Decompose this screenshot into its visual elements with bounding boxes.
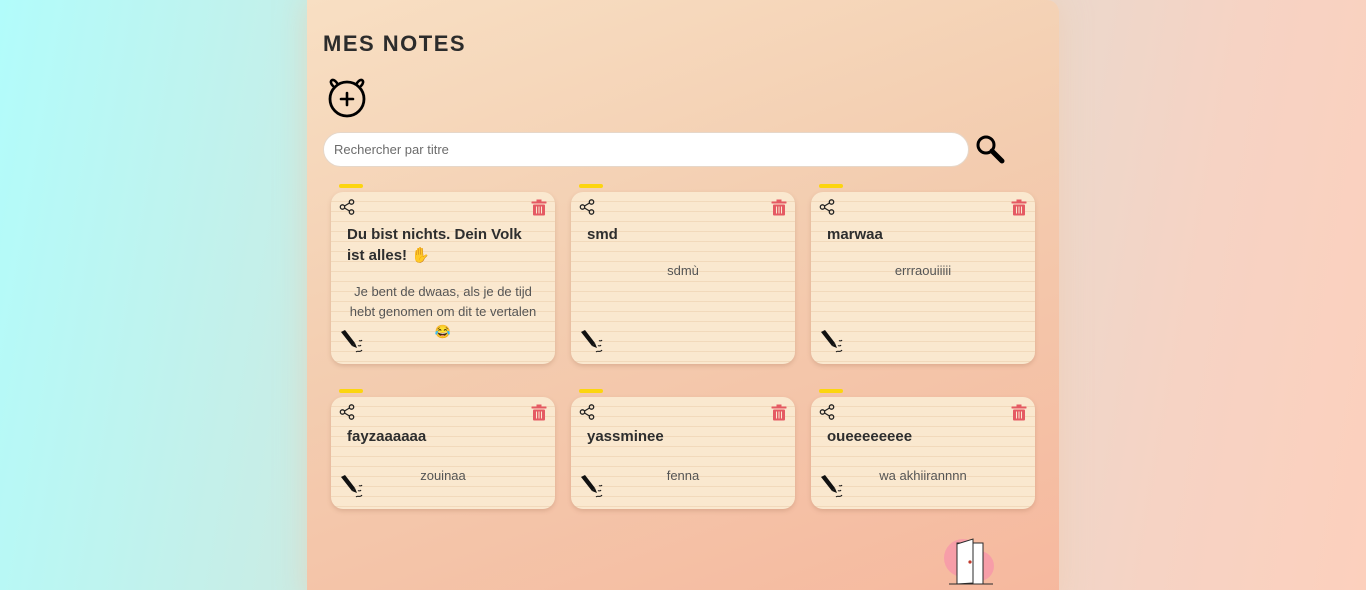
note-tab — [579, 389, 603, 393]
notes-panel: MES NOTES Du bist nichts. Dein Vol — [307, 0, 1059, 590]
share-icon[interactable] — [339, 199, 355, 215]
door-icon[interactable] — [943, 536, 999, 590]
note-content: fenna — [666, 468, 700, 483]
pen-icon[interactable] — [579, 474, 603, 500]
pen-icon[interactable] — [579, 329, 603, 355]
magnifier-icon[interactable] — [975, 134, 1005, 164]
share-icon[interactable] — [819, 404, 835, 420]
note-tab — [819, 184, 843, 188]
note-title: fayzaaaaaa — [347, 428, 427, 445]
note-card[interactable]: oueeeeeeee wa akhiirannnn — [811, 389, 1035, 509]
note-content: zouinaa — [420, 468, 466, 483]
note-tab — [579, 184, 603, 188]
trash-icon[interactable] — [531, 404, 547, 421]
note-card[interactable]: smd sdmù — [571, 184, 795, 364]
note-content: wa akhiirannnn — [879, 468, 967, 483]
pen-icon[interactable] — [819, 329, 843, 355]
note-title: Du bist nichts. Dein Volk ist alles! ✋ — [347, 226, 522, 264]
trash-icon[interactable] — [531, 199, 547, 216]
share-icon[interactable] — [579, 199, 595, 215]
trash-icon[interactable] — [771, 404, 787, 421]
note-title: oueeeeeeee — [827, 428, 913, 445]
share-icon[interactable] — [579, 404, 595, 420]
page-title: MES NOTES — [323, 31, 467, 56]
note-title: yassminee — [587, 428, 664, 445]
note-card[interactable]: Du bist nichts. Dein Volk ist alles! ✋ J… — [331, 184, 555, 364]
trash-icon[interactable] — [771, 199, 787, 216]
note-card[interactable]: yassminee fenna — [571, 389, 795, 509]
share-icon[interactable] — [339, 404, 355, 420]
pen-icon[interactable] — [339, 474, 363, 500]
note-content: Je bent de dwaas, als je de tijd hebt ge… — [349, 284, 537, 339]
trash-icon[interactable] — [1011, 199, 1027, 216]
trash-icon[interactable] — [1011, 404, 1027, 421]
note-title: marwaa — [827, 226, 883, 243]
pen-icon[interactable] — [819, 474, 843, 500]
note-tab — [819, 389, 843, 393]
note-card[interactable]: marwaa errraouiiiii — [811, 184, 1035, 364]
note-content: sdmù — [667, 263, 699, 278]
note-content: errraouiiiii — [894, 263, 952, 278]
note-tab — [339, 389, 363, 393]
note-card[interactable]: fayzaaaaaa zouinaa — [331, 389, 555, 509]
note-tab — [339, 184, 363, 188]
pen-icon[interactable] — [339, 329, 363, 355]
add-note-icon[interactable] — [325, 75, 369, 119]
note-title: smd — [587, 226, 618, 243]
share-icon[interactable] — [819, 199, 835, 215]
search-input[interactable] — [323, 132, 969, 167]
